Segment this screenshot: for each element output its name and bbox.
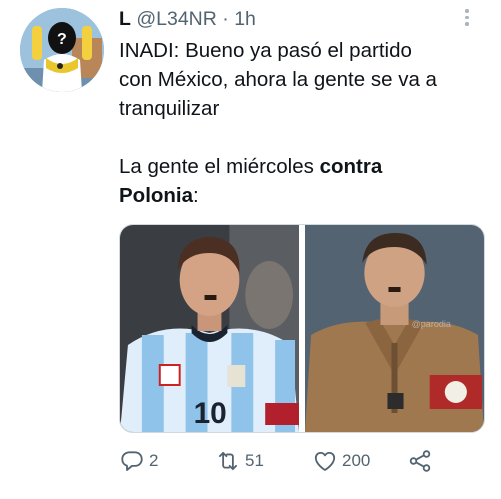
media-image-right[interactable]: @parodia — [305, 225, 484, 432]
reply-count: 2 — [149, 451, 159, 470]
retweet-icon — [218, 451, 238, 471]
tweet-actions: 2 51 200 — [119, 448, 449, 476]
tweet-text-line: INADI: Bueno ya pasó el partido — [119, 39, 412, 62]
more-icon[interactable] — [462, 9, 472, 31]
timestamp[interactable]: 1h — [234, 8, 256, 30]
tweet-header: L @L34NR · 1h — [119, 6, 256, 32]
retweet-button[interactable]: 51 — [215, 448, 264, 474]
media-watermark: @parodia — [412, 319, 452, 329]
avatar-image: ? — [20, 8, 104, 92]
avatar[interactable]: ? — [20, 8, 104, 92]
tweet-text-span: La gente el miércoles — [119, 155, 320, 178]
tweet-text-span: : — [193, 184, 199, 207]
jersey-number: 10 — [194, 397, 227, 430]
like-count: 200 — [342, 451, 371, 470]
reply-button[interactable]: 2 — [119, 448, 158, 474]
svg-text:?: ? — [57, 31, 67, 48]
display-name[interactable]: L — [119, 8, 131, 30]
separator-dot: · — [222, 8, 229, 30]
media-image-left[interactable]: 10 — [120, 225, 299, 432]
media-grid: 10 @parodia — [119, 224, 485, 433]
tweet-text: INADI: Bueno ya pasó el partido con Méxi… — [119, 36, 489, 210]
share-button[interactable] — [407, 448, 433, 474]
share-icon — [409, 450, 431, 472]
tweet-text-bold: contra — [319, 155, 383, 178]
reply-icon — [121, 451, 143, 471]
like-button[interactable]: 200 — [312, 448, 370, 474]
tweet-text-bold: Polonia — [119, 184, 194, 207]
tweet-text-line: Polonia: — [119, 181, 489, 210]
tweet-text-line: tranquilizar — [119, 97, 220, 120]
tweet-text-line: con México, ahora la gente se va a — [119, 68, 437, 91]
tweet-text-line: La gente el miércoles contra — [119, 152, 489, 181]
retweet-count: 51 — [245, 451, 264, 470]
like-icon — [314, 451, 336, 471]
user-handle[interactable]: @L34NR — [136, 8, 217, 30]
